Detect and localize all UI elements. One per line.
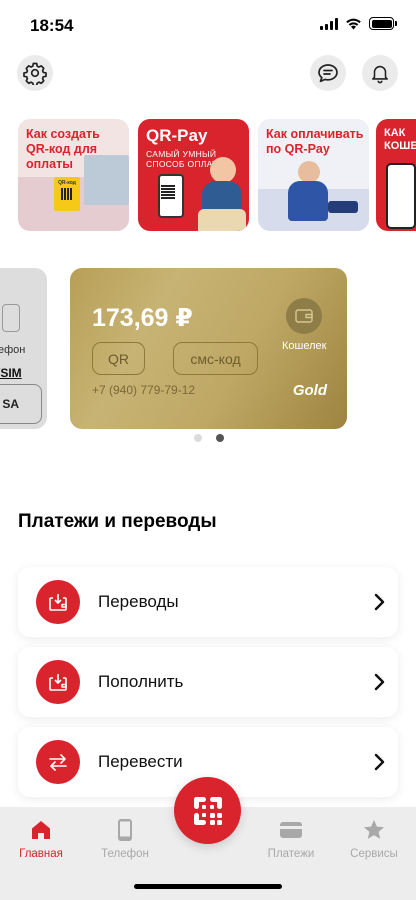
tab-payments[interactable]: Платежи	[248, 817, 334, 860]
transfers-item[interactable]: Переводы	[18, 567, 398, 637]
phone-number: +7 (940) 779-79-12	[92, 383, 196, 397]
story-title: QR-Pay	[146, 126, 208, 145]
qr-code-poster: QR-код	[54, 177, 80, 211]
phone-icon	[2, 304, 20, 332]
card-link[interactable]: /SIM	[0, 366, 22, 380]
section-title: Платежи и переводы	[18, 511, 217, 532]
story-title: Как оплачивать по QR-Pay	[266, 127, 364, 156]
carousel-pagination	[194, 434, 224, 442]
pagination-dot-active[interactable]	[216, 434, 224, 442]
wallet-label: Кошелек	[282, 340, 327, 352]
wallet-in-icon	[36, 580, 80, 624]
phone-icon	[118, 819, 132, 841]
transfers-label: Переводы	[98, 592, 179, 611]
person-illustration	[298, 161, 320, 183]
card-button[interactable]: SA	[0, 384, 42, 424]
chat-bubble-icon	[318, 64, 338, 83]
gear-icon	[23, 62, 47, 85]
tab-label: Платежи	[267, 848, 315, 860]
story-card[interactable]: КАК КОШЕЛЕ	[376, 119, 416, 231]
wifi-icon	[346, 18, 361, 30]
story-title: Как создать QR-код для оплаты	[26, 127, 100, 171]
tab-services[interactable]: Сервисы	[331, 817, 416, 860]
wallet-card[interactable]: 173,69 ₽ QR смс-код +7 (940) 779-79-12 G…	[70, 268, 347, 429]
tab-label: Сервисы	[350, 848, 398, 860]
chevron-right-icon	[374, 593, 385, 611]
status-bar: 18:54	[0, 0, 416, 50]
top-up-item[interactable]: Пополнить	[18, 647, 398, 717]
qr-scan-button[interactable]	[174, 777, 241, 844]
story-card[interactable]: QR-Pay САМЫЙ УМНЫЙ СПОСОБ ОПЛАТЫ	[138, 119, 249, 231]
chevron-right-icon	[374, 753, 385, 771]
sms-code-button[interactable]: смс-код	[173, 342, 258, 375]
star-icon	[364, 820, 384, 839]
cellular-signal-icon	[320, 17, 338, 30]
home-indicator	[134, 884, 282, 889]
balance-amount: 173,69 ₽	[92, 304, 193, 332]
settings-button[interactable]	[17, 55, 53, 91]
top-up-label: Пополнить	[98, 672, 184, 691]
wallet-icon	[286, 298, 322, 334]
send-money-label: Перевести	[98, 752, 183, 771]
card-tier: Gold	[292, 382, 327, 399]
transfer-arrows-icon	[36, 740, 80, 784]
stories-carousel[interactable]: QR-код Как создать QR-код для оплаты QR-…	[18, 119, 416, 231]
battery-icon	[369, 17, 397, 30]
story-card[interactable]: Как оплачивать по QR-Pay	[258, 119, 369, 231]
home-icon	[32, 821, 50, 839]
bell-icon	[372, 65, 388, 84]
qr-icon	[193, 796, 222, 825]
qr-button[interactable]: QR	[92, 342, 145, 375]
status-icons	[320, 17, 397, 30]
chevron-right-icon	[374, 673, 385, 691]
tab-phone[interactable]: Телефон	[82, 817, 168, 860]
chat-button[interactable]	[310, 55, 346, 91]
tab-label: Главная	[19, 848, 63, 860]
wallet-in-icon	[36, 660, 80, 704]
tab-label: Телефон	[101, 848, 149, 860]
previous-card[interactable]: ефон /SIM SA	[0, 268, 47, 429]
status-time: 18:54	[30, 16, 74, 35]
story-card[interactable]: QR-код Как создать QR-код для оплаты	[18, 119, 129, 231]
pagination-dot[interactable]	[194, 434, 202, 442]
card-label: ефон	[0, 344, 26, 356]
tab-home[interactable]: Главная	[0, 817, 84, 860]
story-title: КАК КОШЕЛЕ	[384, 127, 416, 152]
card-icon	[280, 822, 302, 838]
notifications-button[interactable]	[362, 55, 398, 91]
person-illustration	[210, 157, 236, 183]
